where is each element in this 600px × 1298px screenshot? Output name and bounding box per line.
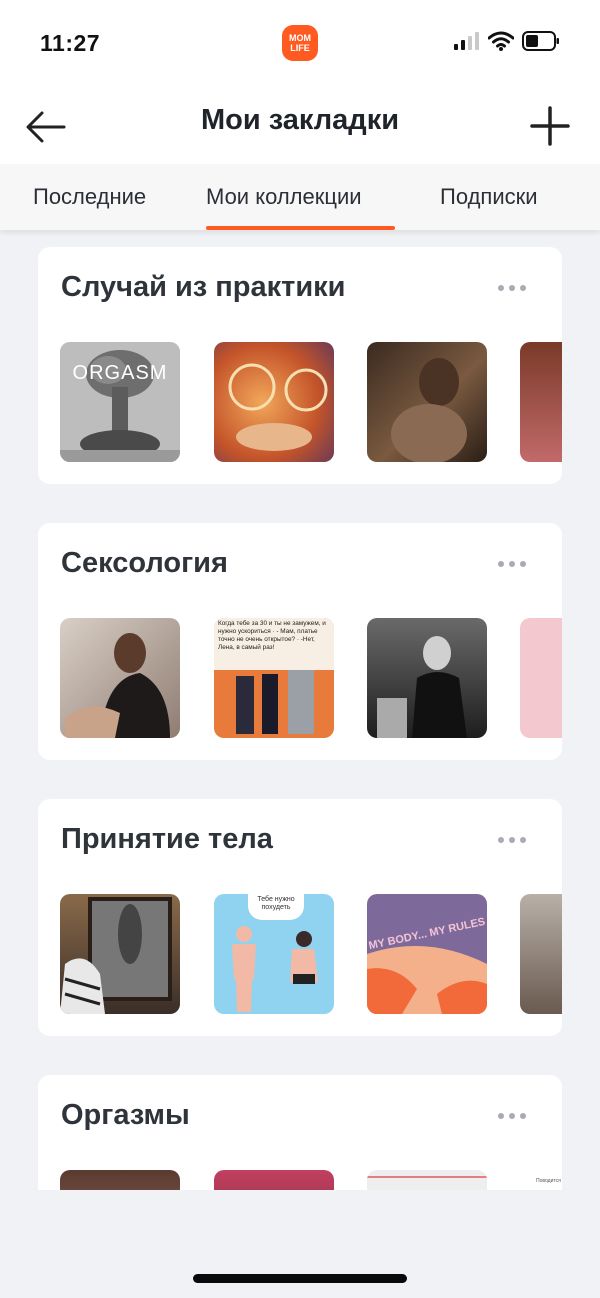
thumbnail-row[interactable]: ORGASM — [60, 342, 562, 462]
collection-title: Принятие тела — [61, 823, 273, 855]
photo-bw-image — [377, 636, 467, 738]
thumbnail-caption: Поводится — [536, 1178, 561, 1184]
collection-card[interactable]: Сексология Когда тебе за 30 и ты не заму… — [38, 523, 562, 760]
thumbnail[interactable]: ORGASM — [60, 342, 180, 462]
add-collection-button[interactable] — [528, 104, 572, 148]
thumbnail-row[interactable]: Тебе нужно похудеть MY BODY... MY RULES — [60, 894, 562, 1014]
home-indicator[interactable] — [193, 1274, 407, 1283]
thumbnail[interactable] — [60, 618, 180, 738]
more-options-button[interactable] — [498, 1113, 526, 1119]
more-options-button[interactable] — [498, 561, 526, 567]
thumbnail[interactable] — [214, 342, 334, 462]
thumbnail[interactable] — [367, 1170, 487, 1190]
thumbnail[interactable] — [520, 618, 562, 738]
thumbnail-caption: ORGASM — [72, 362, 168, 384]
cellular-signal-icon — [454, 32, 479, 50]
collection-title: Оргазмы — [61, 1099, 190, 1131]
illustration-image — [228, 363, 328, 451]
body-illustration-image — [367, 946, 487, 1014]
collection-card[interactable]: Оргазмы Поводится — [38, 1075, 562, 1190]
collections-list[interactable]: Случай из практики ORGASM Сексология Ког… — [0, 230, 600, 1190]
thumbnail[interactable] — [60, 1170, 180, 1190]
more-options-button[interactable] — [498, 837, 526, 843]
thumbnail[interactable] — [367, 618, 487, 738]
comic-image — [236, 670, 314, 734]
thumbnail[interactable] — [214, 1170, 334, 1190]
thumbnail[interactable]: Когда тебе за 30 и ты не замужем, и нужн… — [214, 618, 334, 738]
thumbnail[interactable] — [367, 342, 487, 462]
active-tab-indicator — [206, 226, 395, 230]
collection-title: Сексология — [61, 547, 228, 579]
thumbnail[interactable]: MY BODY... MY RULES — [367, 894, 487, 1014]
battery-icon — [522, 31, 559, 51]
tab-subscriptions[interactable]: Подписки — [440, 184, 538, 210]
thumbnail-row[interactable]: Когда тебе за 30 и ты не замужем, и нужн… — [60, 618, 562, 738]
wifi-icon — [488, 31, 514, 51]
plus-icon — [530, 106, 570, 146]
collection-card[interactable]: Случай из практики ORGASM — [38, 247, 562, 484]
more-options-button[interactable] — [498, 285, 526, 291]
nav-header: Мои закладки — [0, 90, 600, 164]
tab-recent[interactable]: Последние — [33, 184, 146, 210]
mushroom-cloud-image — [60, 342, 180, 462]
thumbnail[interactable] — [520, 342, 562, 462]
comic-image — [232, 926, 318, 1012]
app-logo-line-2: LIFE — [290, 43, 310, 53]
photo-museum-image — [60, 897, 172, 1014]
thumbnail[interactable] — [60, 894, 180, 1014]
thumbnail-row[interactable]: Поводится — [60, 1170, 562, 1190]
app-logo: MOM LIFE — [282, 25, 318, 61]
photo-woman-image — [391, 358, 467, 462]
thumbnail[interactable] — [520, 894, 562, 1014]
collection-title: Случай из практики — [61, 271, 346, 303]
page-title: Мои закладки — [200, 104, 400, 136]
status-bar: 11:27 MOM LIFE — [0, 0, 600, 90]
tab-my-collections[interactable]: Мои коллекции — [206, 184, 362, 210]
photo-woman-image — [65, 633, 170, 738]
collection-card[interactable]: Принятие тела Тебе нужно похудеть MY BOD… — [38, 799, 562, 1036]
tab-bar: Последние Мои коллекции Подписки — [0, 164, 600, 230]
app-logo-line-1: MOM — [289, 33, 311, 43]
status-time: 11:27 — [40, 30, 101, 56]
thumbnail[interactable]: Тебе нужно похудеть — [214, 894, 334, 1014]
system-icons — [454, 31, 560, 51]
thumbnail[interactable]: Поводится — [520, 1170, 562, 1190]
